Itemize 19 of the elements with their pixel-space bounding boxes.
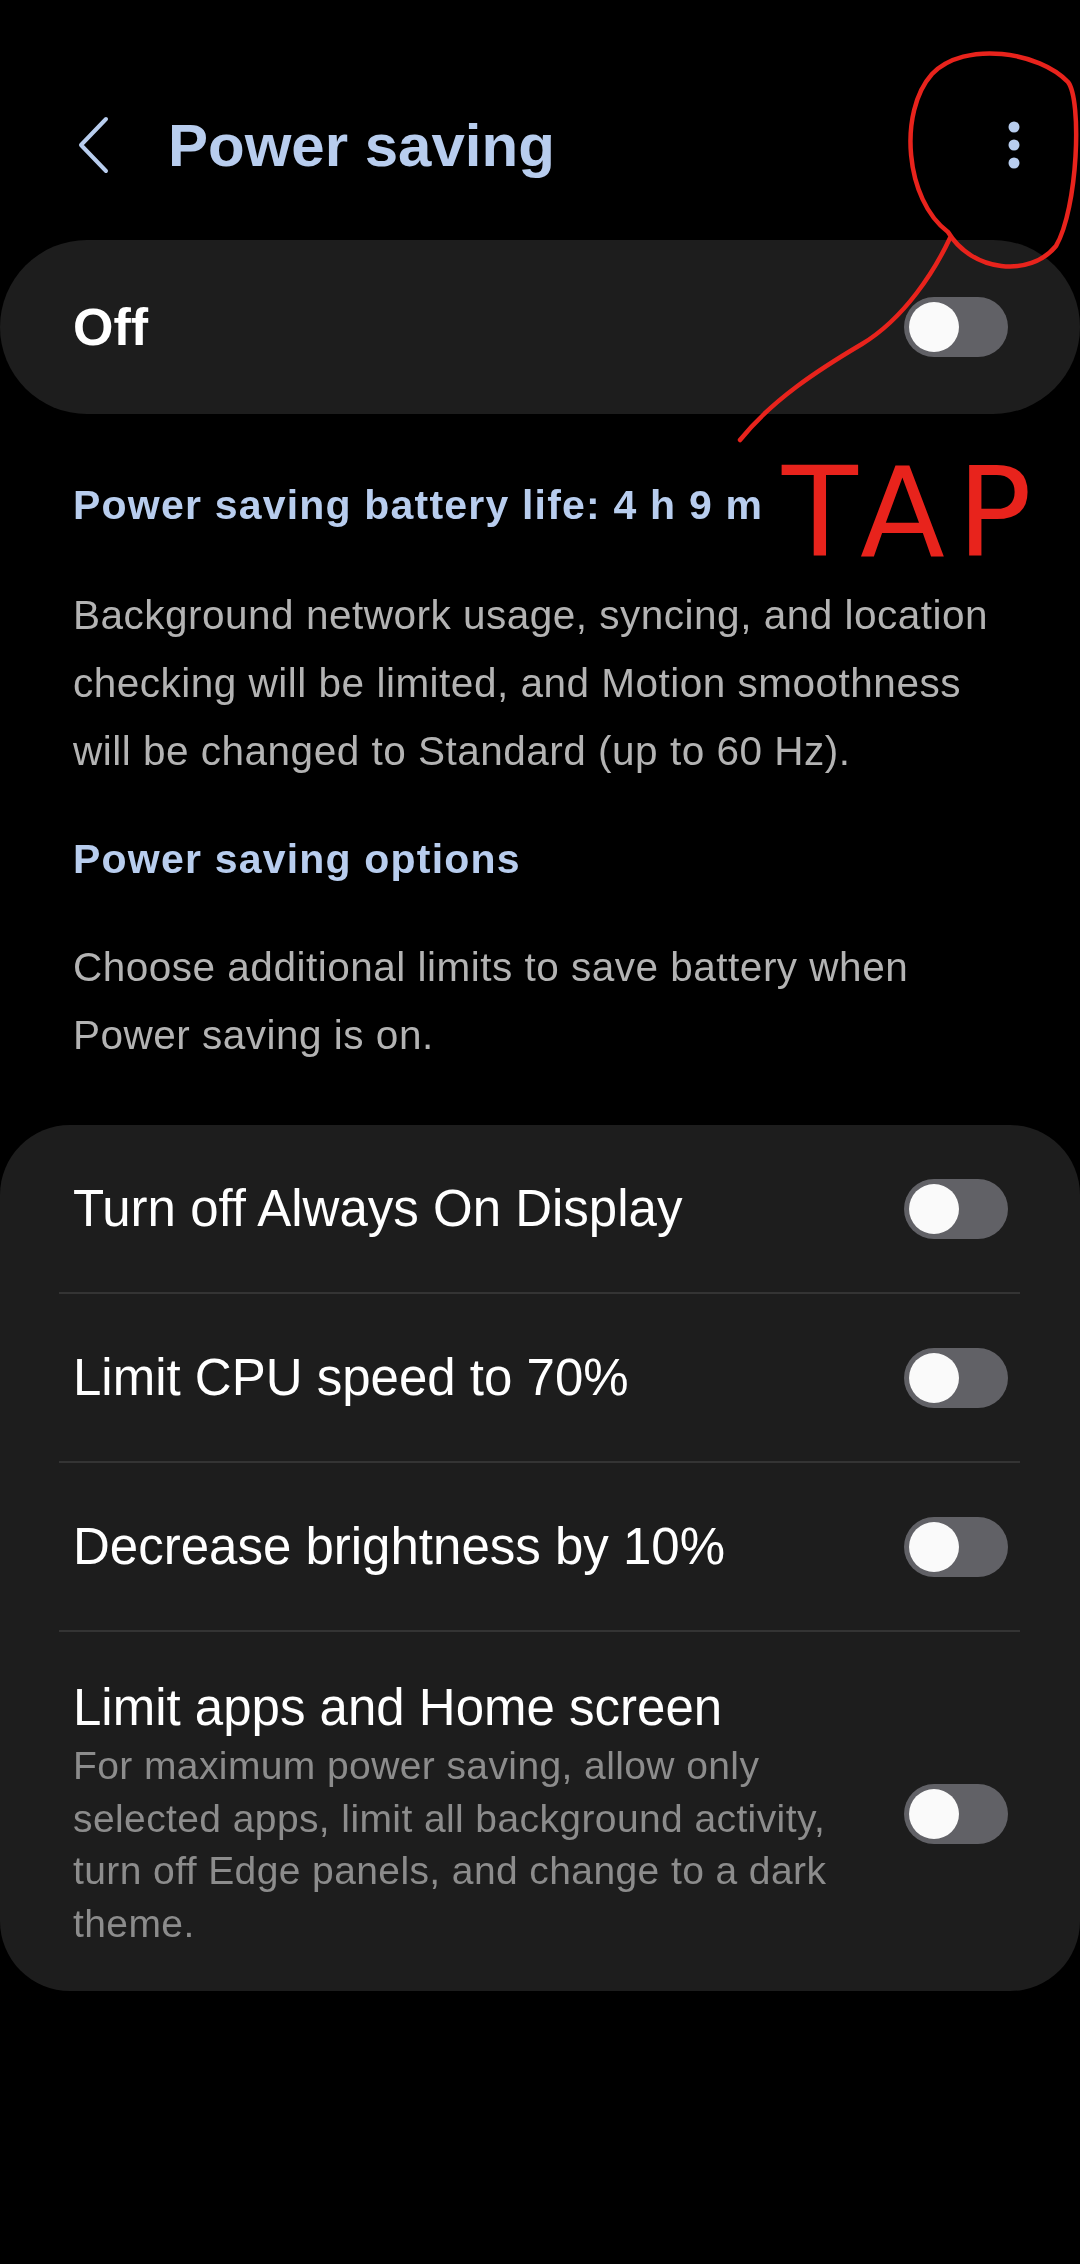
master-toggle-switch[interactable] [904, 297, 1008, 357]
option-title: Decrease brightness by 10% [73, 1516, 727, 1577]
description-text: Background network usage, syncing, and location checking will be limited, and Motion smoothness will be changed to Standard (up to 60 Hz). [72, 591, 990, 776]
option-title: Limit CPU speed to 70% [73, 1347, 630, 1408]
more-options-icon [1008, 121, 1020, 169]
option-toggle-switch[interactable] [904, 1784, 1008, 1844]
back-button[interactable] [76, 116, 110, 174]
option-title: Limit apps and Home screen [73, 1678, 724, 1738]
page-title: Power saving [168, 110, 556, 180]
annotation-text: TAP [782, 446, 1044, 580]
section-heading: Power saving options [73, 835, 521, 884]
section-description: Choose additional limits to save battery when Power saving is on. [72, 943, 910, 1060]
battery-life-text: Power saving battery life: 4 h 9 m [73, 481, 764, 530]
back-icon [76, 116, 110, 174]
master-switch-label: Off [73, 297, 149, 357]
option-title: Turn off Always On Display [73, 1178, 684, 1239]
master-switch-card[interactable]: Off [0, 240, 1080, 414]
more-options-button[interactable] [1008, 121, 1020, 169]
option-description: For maximum power saving, allow only selected apps, limit all background activity, turn off Edge panels, and change to a dark theme. [73, 1743, 828, 1947]
